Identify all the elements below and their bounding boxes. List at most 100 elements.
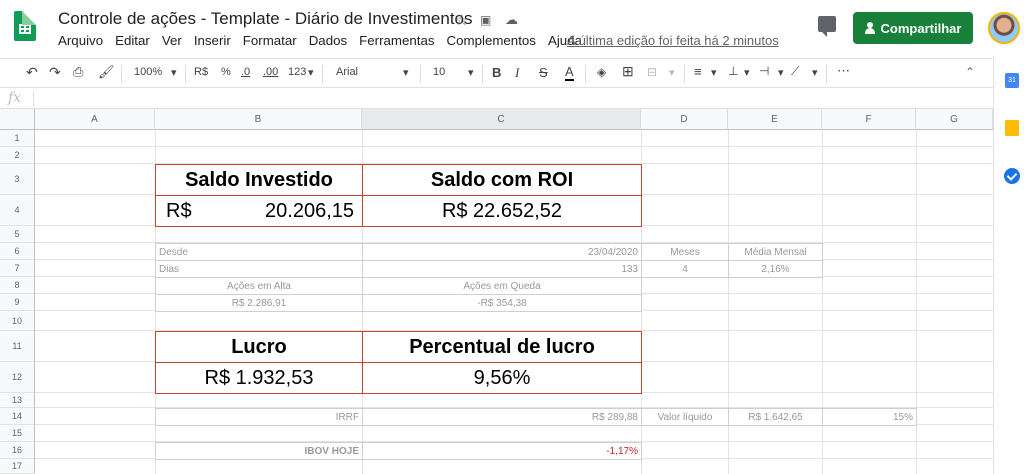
saldo-roi-label-cell[interactable]: Saldo com ROI xyxy=(362,164,642,196)
row-header-11[interactable]: 11 xyxy=(0,331,35,362)
saldo-investido-label-cell[interactable]: Saldo Investido xyxy=(155,164,363,196)
paint-format-icon[interactable]: 🖌 xyxy=(98,64,115,80)
irrf-label-cell[interactable]: IRRF xyxy=(155,408,363,426)
menu-complementos[interactable]: Complementos xyxy=(441,33,542,48)
irrf-value-cell[interactable]: R$ 289,88 xyxy=(362,408,642,426)
calendar-icon[interactable]: 31 xyxy=(1005,73,1019,88)
meses-value-cell[interactable]: 4 xyxy=(641,260,729,278)
row-header-1[interactable]: 1 xyxy=(0,130,35,147)
last-edit-link[interactable]: A última edição foi feita há 2 minutos xyxy=(567,33,779,48)
row-header-5[interactable]: 5 xyxy=(0,226,35,243)
chevron-down-icon[interactable]: ▾ xyxy=(669,66,675,79)
row-header-9[interactable]: 9 xyxy=(0,294,35,311)
row-header-12[interactable]: 12 xyxy=(0,362,35,393)
column-header-d[interactable]: D xyxy=(641,109,728,130)
dias-label-cell[interactable]: Dias xyxy=(155,260,363,278)
percent-format-button[interactable]: % xyxy=(221,66,231,78)
merge-cells-icon[interactable]: ⊟ xyxy=(647,65,657,79)
saldo-roi-value-cell[interactable]: R$ 22.652,52 xyxy=(362,195,642,227)
column-header-g[interactable]: G xyxy=(916,109,993,130)
zoom-select[interactable]: 100% xyxy=(134,66,162,78)
decrease-decimals-button[interactable]: .0 xyxy=(241,66,250,78)
increase-decimals-button[interactable]: .00 xyxy=(263,66,278,78)
print-icon[interactable]: ⎙ xyxy=(73,64,83,80)
column-header-c[interactable]: C xyxy=(362,109,641,130)
font-size-select[interactable]: 10 xyxy=(433,66,445,78)
chevron-down-icon[interactable]: ▾ xyxy=(812,66,818,79)
chevron-down-icon[interactable]: ▾ xyxy=(468,66,474,79)
irrf-rate-cell[interactable]: 15% xyxy=(822,408,917,426)
acoes-alta-value-cell[interactable]: R$ 2.286,91 xyxy=(155,294,363,312)
chevron-down-icon[interactable]: ▾ xyxy=(403,66,409,79)
sheets-logo-icon[interactable] xyxy=(14,11,36,41)
italic-button[interactable]: I xyxy=(515,65,519,81)
column-header-f[interactable]: F xyxy=(822,109,916,130)
currency-format-button[interactable]: R$ xyxy=(194,66,208,78)
menu-ver[interactable]: Ver xyxy=(156,33,188,48)
ibov-label-cell[interactable]: IBOV HOJE xyxy=(155,442,363,460)
acoes-queda-value-cell[interactable]: -R$ 354,38 xyxy=(362,294,642,312)
chevron-down-icon[interactable]: ▾ xyxy=(744,66,750,79)
column-header-a[interactable]: A xyxy=(35,109,155,130)
star-icon[interactable]: ☆ xyxy=(455,11,468,29)
fill-color-icon[interactable]: ◈ xyxy=(597,65,606,79)
vertical-align-icon[interactable]: ⊥ xyxy=(728,64,738,78)
row-header-15[interactable]: 15 xyxy=(0,425,35,442)
menu-dados[interactable]: Dados xyxy=(303,33,353,48)
text-rotate-icon[interactable]: ⟋ xyxy=(791,64,799,79)
document-title[interactable]: Controle de ações - Template - Diário de… xyxy=(58,9,473,29)
lucro-label-cell[interactable]: Lucro xyxy=(155,331,363,363)
dias-value-cell[interactable]: 133 xyxy=(362,260,642,278)
acoes-queda-label-cell[interactable]: Ações em Queda xyxy=(362,277,642,295)
comments-icon[interactable] xyxy=(818,16,836,37)
more-formats-button[interactable]: 123 xyxy=(288,66,306,78)
ibov-value-cell[interactable]: -1,17% xyxy=(362,442,642,460)
column-header-b[interactable]: B xyxy=(155,109,362,130)
avatar[interactable] xyxy=(988,12,1020,44)
text-color-button[interactable]: A xyxy=(565,64,574,81)
column-header-e[interactable]: E xyxy=(728,109,822,130)
percentual-label-cell[interactable]: Percentual de lucro xyxy=(362,331,642,363)
saldo-investido-value-cell[interactable]: R$ 20.206,15 xyxy=(155,195,363,227)
chevron-down-icon[interactable]: ▾ xyxy=(171,66,177,79)
chevron-down-icon[interactable]: ▾ xyxy=(711,66,717,79)
keep-icon[interactable] xyxy=(1005,120,1019,136)
strikethrough-button[interactable]: S xyxy=(539,65,548,80)
font-select[interactable]: Arial xyxy=(336,66,358,78)
row-header-7[interactable]: 7 xyxy=(0,260,35,277)
row-header-8[interactable]: 8 xyxy=(0,277,35,294)
row-header-16[interactable]: 16 xyxy=(0,442,35,459)
row-header-17[interactable]: 17 xyxy=(0,459,35,474)
desde-label-cell[interactable]: Desde xyxy=(155,243,363,261)
cloud-status-icon[interactable]: ☁ xyxy=(505,12,518,28)
acoes-alta-label-cell[interactable]: Ações em Alta xyxy=(155,277,363,295)
media-mensal-value-cell[interactable]: 2,16% xyxy=(728,260,823,278)
spreadsheet-grid[interactable]: A B C D E F G 1 2 3 4 5 6 7 8 9 10 11 12… xyxy=(0,109,993,474)
menu-ferramentas[interactable]: Ferramentas xyxy=(353,33,440,48)
row-header-4[interactable]: 4 xyxy=(0,195,35,226)
horizontal-align-icon[interactable]: ≡ xyxy=(694,64,702,79)
bold-button[interactable]: B xyxy=(492,65,501,80)
share-button[interactable]: Compartilhar xyxy=(853,12,973,44)
row-header-6[interactable]: 6 xyxy=(0,243,35,260)
lucro-value-cell[interactable]: R$ 1.932,53 xyxy=(155,362,363,394)
menu-inserir[interactable]: Inserir xyxy=(188,33,237,48)
percentual-value-cell[interactable]: 9,56% xyxy=(362,362,642,394)
chevron-down-icon[interactable]: ▾ xyxy=(778,66,784,79)
formula-input[interactable] xyxy=(40,91,980,107)
select-all-corner[interactable] xyxy=(0,109,35,130)
row-header-13[interactable]: 13 xyxy=(0,393,35,408)
more-options-icon[interactable]: ⋯ xyxy=(837,63,850,79)
valor-liquido-label-cell[interactable]: Valor líquido xyxy=(641,408,729,426)
text-wrap-icon[interactable]: ⊣ xyxy=(759,64,769,78)
menu-editar[interactable]: Editar xyxy=(109,33,156,48)
menu-formatar[interactable]: Formatar xyxy=(237,33,303,48)
undo-icon[interactable]: ↶ xyxy=(26,64,38,81)
chevron-down-icon[interactable]: ▾ xyxy=(308,66,314,79)
move-folder-icon[interactable]: ▣ xyxy=(480,13,491,27)
row-header-14[interactable]: 14 xyxy=(0,408,35,425)
chevron-up-icon[interactable]: ⌃ xyxy=(965,65,975,79)
menu-arquivo[interactable]: Arquivo xyxy=(52,33,109,48)
row-header-2[interactable]: 2 xyxy=(0,147,35,164)
valor-liquido-value-cell[interactable]: R$ 1.642,65 xyxy=(728,408,823,426)
